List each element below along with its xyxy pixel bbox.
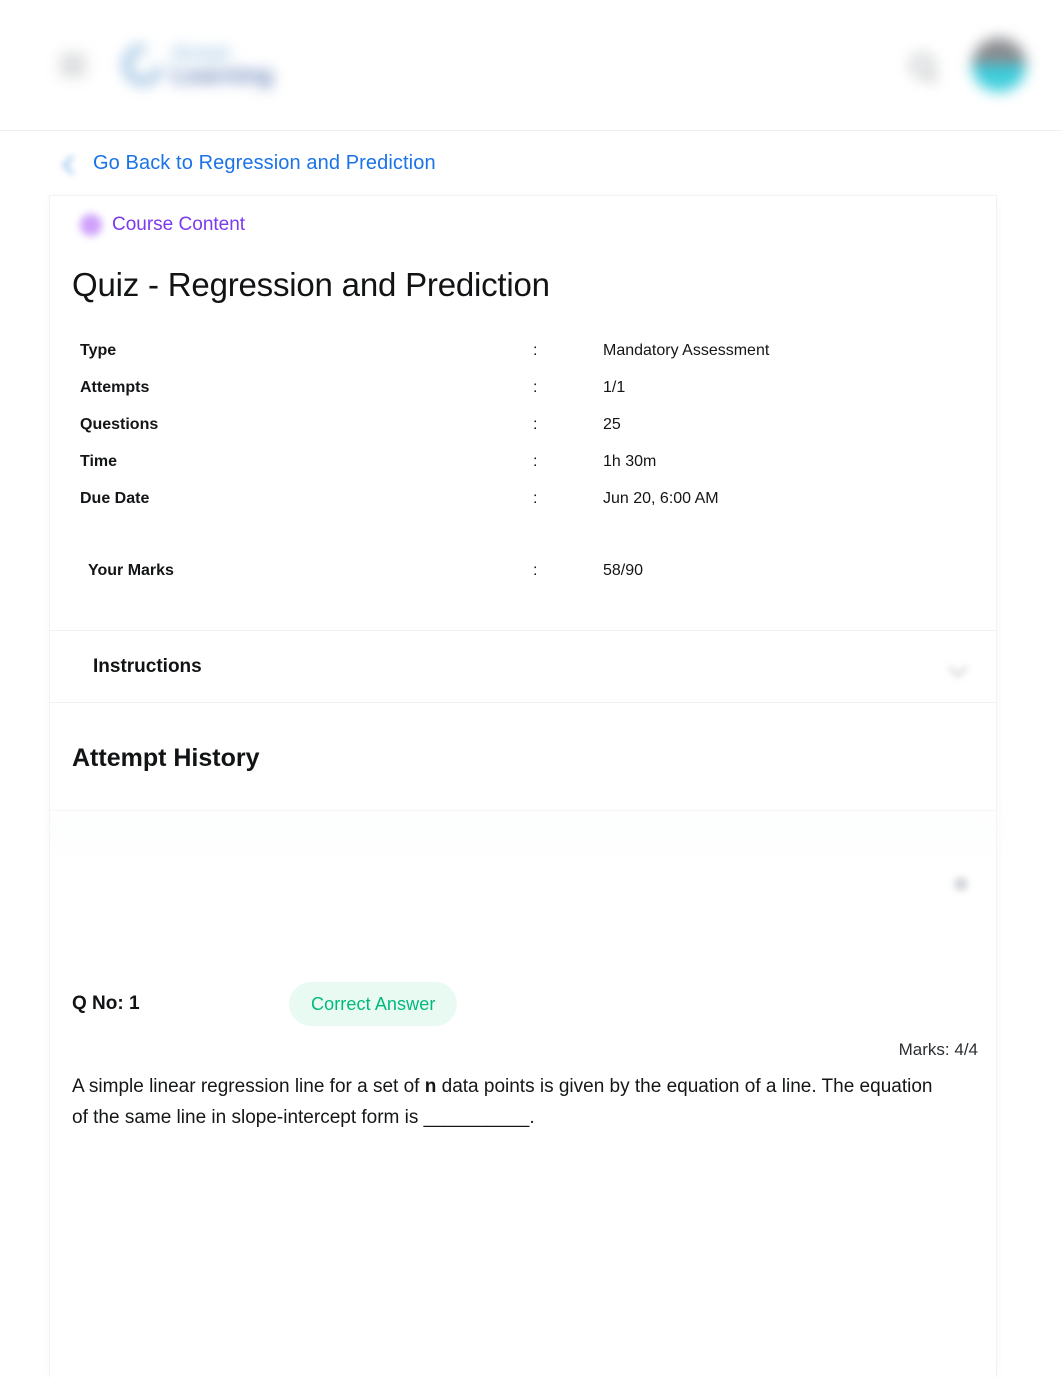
hamburger-menu-icon[interactable] — [60, 52, 86, 78]
chevron-down-icon[interactable] — [948, 657, 968, 677]
more-options-icon[interactable] — [954, 877, 968, 891]
table-row: Attempts : 1/1 — [80, 369, 996, 406]
your-marks-row: Your Marks : 58/90 — [80, 552, 996, 589]
question-number: Q No: 1 — [72, 993, 140, 1014]
meta-separator: : — [533, 415, 538, 433]
quiz-meta-table: Type : Mandatory Assessment Attempts : 1… — [50, 304, 996, 589]
meta-key: Type — [80, 341, 117, 359]
question-text-part1: A simple linear regression line for a se… — [72, 1076, 425, 1097]
meta-value: Jun 20, 6:00 AM — [603, 489, 719, 507]
avatar[interactable] — [972, 38, 1026, 92]
meta-key: Due Date — [80, 489, 150, 507]
question-text-emphasis: n — [424, 1076, 437, 1097]
meta-value: Mandatory Assessment — [603, 341, 770, 359]
question-block: Q No: 1 Correct Answer Marks: 4/4 A simp… — [50, 932, 996, 1134]
go-back-link[interactable]: Go Back to Regression and Prediction — [60, 152, 436, 175]
meta-value: 58/90 — [603, 561, 644, 579]
meta-key: Questions — [80, 415, 159, 433]
meta-separator: : — [533, 489, 538, 507]
meta-separator: : — [533, 452, 538, 470]
attempt-history-table — [50, 810, 996, 932]
question-marks: Marks: 4/4 — [898, 1040, 978, 1059]
app-header: Great Learning — [0, 0, 1062, 131]
table-row: Due Date : Jun 20, 6:00 AM — [80, 480, 996, 517]
meta-value: 25 — [603, 415, 621, 433]
meta-key: Your Marks — [88, 561, 174, 579]
question-text: A simple linear regression line for a se… — [50, 1060, 996, 1134]
search-icon[interactable] — [911, 53, 934, 77]
quiz-result-page: Great Learning Go Back to Regression and… — [0, 0, 1062, 1377]
go-back-label: Go Back to Regression and Prediction — [93, 152, 436, 174]
attempt-history-rows — [50, 811, 996, 933]
instructions-label: Instructions — [93, 655, 202, 677]
meta-value: 1h 30m — [603, 452, 657, 470]
table-row: Time : 1h 30m — [80, 443, 996, 480]
breadcrumb-label: Course Content — [112, 214, 246, 235]
logo-mark-icon — [114, 36, 172, 94]
quiz-card: Course Content Quiz - Regression and Pre… — [50, 196, 996, 1377]
breadcrumb[interactable]: Course Content — [50, 196, 996, 236]
table-row: Questions : 25 — [80, 406, 996, 443]
meta-key: Time — [80, 452, 118, 470]
attempt-history-heading: Attempt History — [72, 744, 260, 772]
status-badge: Correct Answer — [289, 982, 458, 1026]
logo-top-text: Great — [172, 41, 230, 65]
meta-value: 1/1 — [603, 378, 626, 396]
meta-separator: : — [533, 378, 538, 396]
logo-bottom-text: Learning — [172, 61, 274, 88]
instructions-accordion: Instructions — [50, 630, 996, 703]
instructions-toggle[interactable]: Instructions — [50, 631, 996, 702]
meta-separator: : — [533, 341, 538, 359]
meta-separator: : — [533, 561, 538, 579]
meta-key: Attempts — [80, 378, 150, 396]
back-arrow-icon — [60, 153, 82, 175]
table-row: Type : Mandatory Assessment — [80, 332, 996, 369]
page-title: Quiz - Regression and Prediction — [72, 266, 550, 303]
course-content-icon — [80, 214, 102, 236]
brand-logo[interactable]: Great Learning — [114, 36, 274, 94]
